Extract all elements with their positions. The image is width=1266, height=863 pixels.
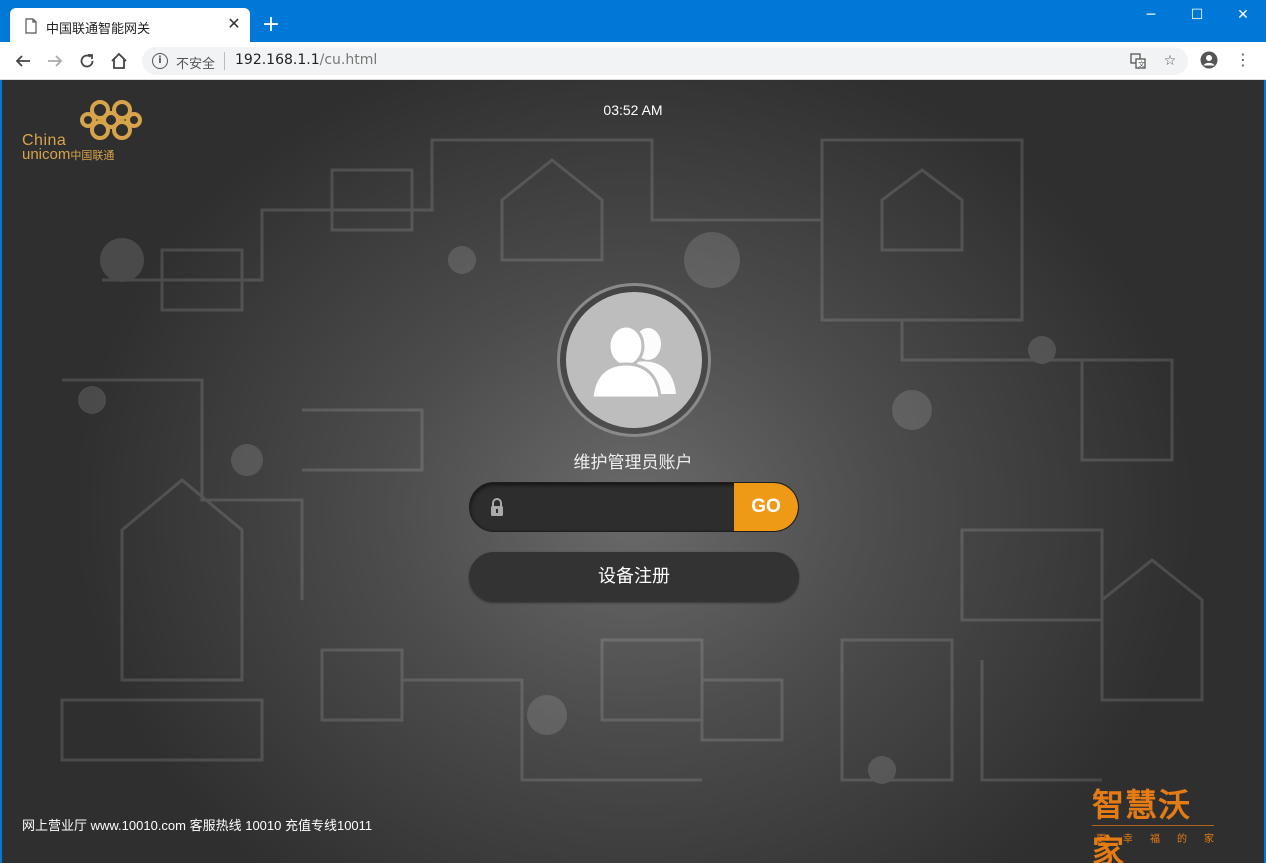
document-icon	[25, 18, 37, 34]
minimize-icon[interactable]: ─	[1128, 0, 1174, 30]
device-register-button[interactable]: 设备注册	[469, 552, 799, 602]
logo-text-unicom-en: unicom	[22, 146, 71, 163]
avatar	[557, 283, 711, 437]
url-host: 192.168.1.1	[235, 52, 320, 68]
divider	[224, 52, 225, 70]
lock-icon	[491, 498, 503, 516]
back-arrow-icon[interactable]	[10, 48, 36, 74]
password-input[interactable]	[514, 483, 738, 531]
reload-icon[interactable]	[74, 48, 100, 74]
brand-title: 智慧沃家	[1092, 786, 1192, 863]
go-button[interactable]: GO	[734, 483, 798, 531]
logo-text-unicom-cn: 中国联通	[70, 150, 115, 162]
password-field-group: GO	[469, 482, 799, 532]
avatar-circle	[566, 292, 702, 428]
users-icon	[590, 324, 676, 400]
browser-tab[interactable]: 中国联通智能网关 ✕	[10, 8, 250, 42]
brand-slogan: 更幸福的家	[1096, 834, 1231, 845]
login-page: China unicom中国联通 03:52 AM 维护管理员账户 GO 设备注…	[2, 80, 1264, 863]
logo-text-unicom: unicom中国联通	[22, 146, 114, 163]
account-label: 维护管理员账户	[573, 453, 693, 473]
brand-divider	[1092, 825, 1214, 826]
info-icon[interactable]: i	[152, 53, 168, 69]
brand-logo: 智慧沃家 更幸福的家	[1092, 780, 1222, 863]
translate-icon[interactable]: 文	[1128, 51, 1148, 71]
clock: 03:52 AM	[603, 102, 663, 118]
tab-close-icon[interactable]: ✕	[224, 14, 244, 34]
tab-title: 中国联通智能网关	[46, 22, 151, 37]
maximize-icon[interactable]: ☐	[1174, 0, 1220, 30]
star-icon[interactable]: ☆	[1160, 51, 1180, 71]
home-icon[interactable]	[106, 48, 132, 74]
account-circle-icon[interactable]	[1197, 48, 1221, 72]
more-vert-icon[interactable]: ⋮	[1231, 48, 1255, 72]
address-bar[interactable]: i 不安全 192.168.1.1/cu.html 文 ☆	[142, 47, 1188, 75]
browser-titlebar: 中国联通智能网关 ✕ + ─ ☐ ✕	[0, 0, 1266, 42]
url-text[interactable]: 192.168.1.1/cu.html	[235, 52, 377, 68]
browser-toolbar: i 不安全 192.168.1.1/cu.html 文 ☆ ⋮	[0, 42, 1266, 80]
forward-arrow-icon[interactable]	[42, 48, 68, 74]
footer-text: 网上营业厅 www.10010.com 客服热线 10010 充值专线10011	[22, 818, 373, 833]
svg-text:文: 文	[1138, 60, 1145, 69]
security-label[interactable]: 不安全	[176, 53, 215, 72]
window-close-icon[interactable]: ✕	[1220, 0, 1266, 30]
url-path: /cu.html	[319, 52, 378, 68]
new-tab-plus-icon[interactable]: +	[260, 14, 282, 36]
